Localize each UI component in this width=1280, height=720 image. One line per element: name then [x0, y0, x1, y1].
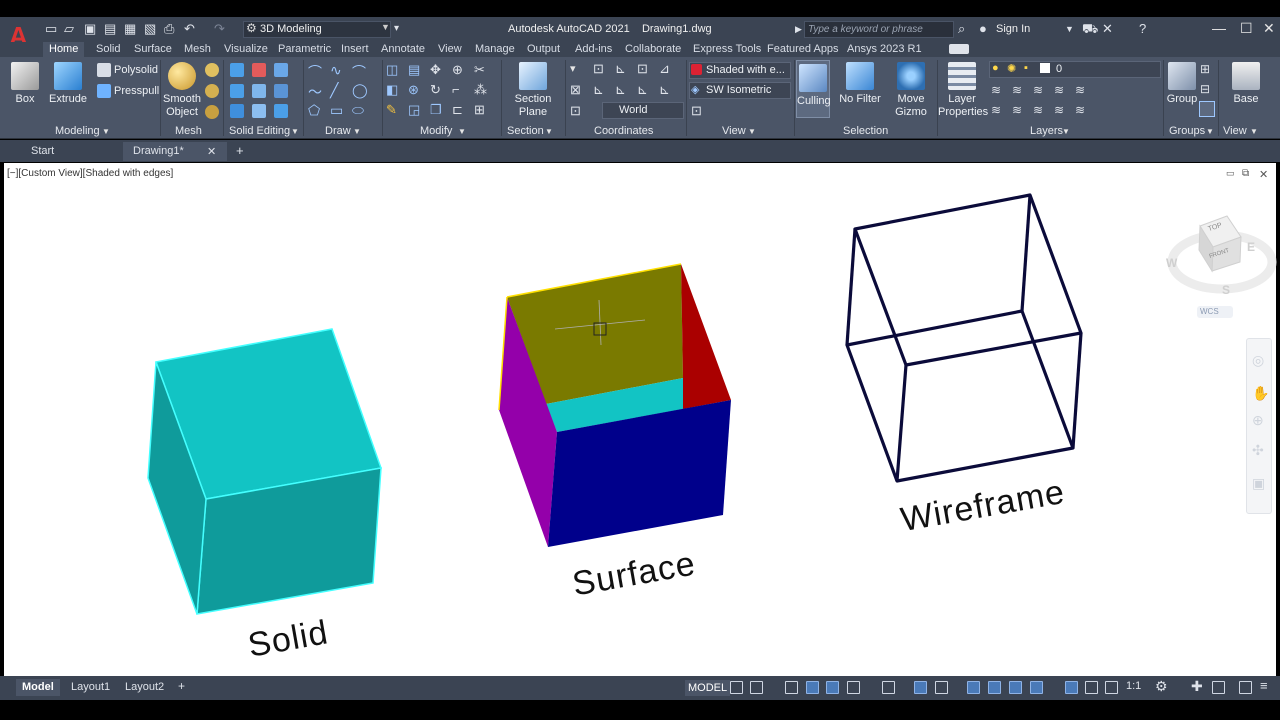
model-space-toggle[interactable]: MODEL — [685, 680, 731, 696]
units-icon[interactable] — [1212, 681, 1225, 694]
grid-icon[interactable] — [730, 681, 743, 694]
isometric-drafting-icon[interactable] — [882, 681, 895, 694]
tab-layout2[interactable]: Layout2 — [119, 679, 170, 696]
object-snap-icon[interactable] — [935, 681, 948, 694]
zoom-icon[interactable]: ⊕ — [1252, 412, 1264, 429]
auto-scale-icon[interactable] — [1085, 681, 1098, 694]
snap-icon[interactable] — [750, 681, 763, 694]
clean-screen-icon[interactable] — [1239, 681, 1252, 694]
steering-wheel-icon[interactable]: ◎ — [1252, 352, 1264, 369]
bottom-letterbox — [0, 700, 1280, 720]
tab-model[interactable]: Model — [16, 679, 60, 696]
compass-east-label[interactable]: E — [1247, 240, 1255, 254]
tab-layout1[interactable]: Layout1 — [65, 679, 116, 696]
pan-hand-icon[interactable]: ✋ — [1252, 385, 1269, 402]
add-layout-button[interactable]: + — [178, 679, 185, 693]
selection-cycling-icon[interactable] — [1009, 681, 1022, 694]
annotation-visibility-icon[interactable] — [1065, 681, 1078, 694]
ortho-icon[interactable] — [826, 681, 839, 694]
surface-right-face — [681, 264, 731, 409]
viewcube[interactable] — [1167, 215, 1277, 318]
polar-tracking-icon[interactable] — [847, 681, 860, 694]
scene-svg — [147, 193, 1277, 615]
object-snap-tracking-icon[interactable] — [914, 681, 927, 694]
annotation-monitor-icon[interactable]: ✚ — [1191, 678, 1203, 695]
customization-menu-icon[interactable]: ≡ — [1260, 678, 1268, 693]
wireframe-cube[interactable] — [845, 193, 1083, 483]
dynamic-input-icon[interactable] — [806, 681, 819, 694]
compass-south-label[interactable]: S — [1222, 283, 1230, 297]
showmotion-icon[interactable]: ▣ — [1252, 475, 1265, 492]
wcs-label[interactable]: WCS — [1200, 307, 1219, 316]
surface-box[interactable] — [498, 263, 731, 547]
infer-constraints-icon[interactable] — [785, 681, 798, 694]
orbit-icon[interactable]: ✣ — [1252, 442, 1264, 459]
gear-icon[interactable]: ⚙ — [1155, 678, 1168, 695]
transparency-icon[interactable] — [988, 681, 1001, 694]
3d-object-snap-icon[interactable] — [1030, 681, 1043, 694]
compass-west-label[interactable]: W — [1166, 256, 1177, 270]
annotation-scale-value[interactable]: 1:1 — [1126, 680, 1141, 692]
annotation-scale-icon[interactable] — [1105, 681, 1118, 694]
lineweight-icon[interactable] — [967, 681, 980, 694]
solid-cube[interactable] — [147, 328, 383, 615]
